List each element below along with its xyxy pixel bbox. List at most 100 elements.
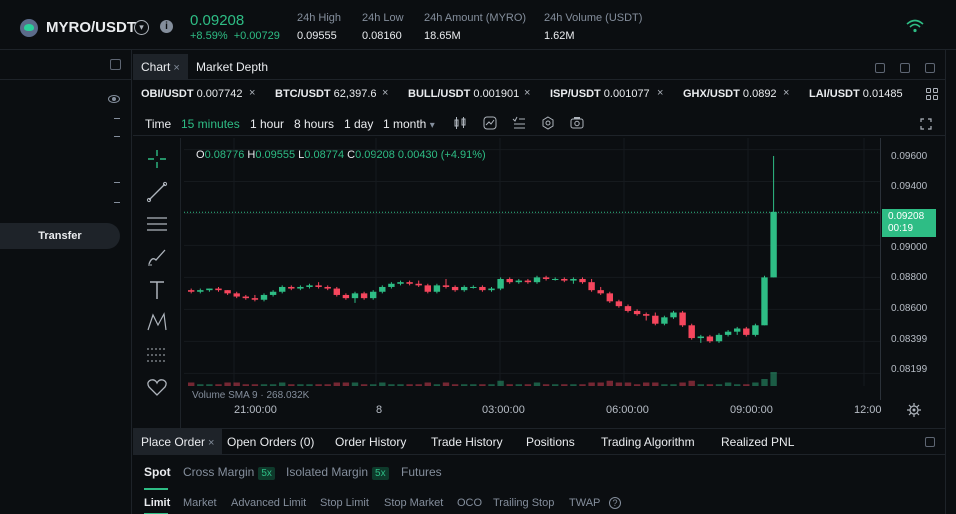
pattern-icon[interactable]: [146, 311, 168, 333]
popout-icon[interactable]: [110, 59, 121, 70]
volume-bar: [397, 384, 404, 386]
volume-bar: [288, 384, 295, 386]
grid-icon[interactable]: [926, 88, 938, 100]
info-icon[interactable]: i: [160, 20, 173, 33]
close-icon[interactable]: ×: [173, 62, 179, 74]
order-type-market[interactable]: Market: [183, 497, 217, 509]
order-type-twap[interactable]: TWAP: [569, 497, 600, 509]
watchlist-item[interactable]: LAI/USDT 0.01485: [809, 88, 903, 100]
interval-1d[interactable]: 1 day: [344, 117, 373, 131]
volume-bar: [442, 382, 450, 386]
pair-name[interactable]: MYRO/USDT: [46, 19, 136, 36]
measure-icon[interactable]: [146, 344, 168, 366]
watchlist-item[interactable]: OBI/USDT 0.007742: [141, 88, 243, 100]
volume-bar: [624, 382, 632, 386]
trendline-icon[interactable]: [146, 181, 168, 203]
candle-body: [269, 291, 277, 295]
eye-icon[interactable]: [108, 95, 120, 103]
horizontal-lines-icon[interactable]: [146, 213, 168, 235]
minimize-icon[interactable]: [875, 63, 885, 73]
help-icon[interactable]: ?: [609, 497, 621, 509]
stat-label: 24h Low: [362, 12, 404, 24]
tab-order-history[interactable]: Order History: [327, 429, 414, 455]
favorite-icon[interactable]: [146, 376, 168, 398]
tab-chart[interactable]: Chart ×: [133, 54, 188, 80]
interval-8h[interactable]: 8 hours: [294, 117, 334, 131]
close-icon[interactable]: ×: [524, 87, 530, 99]
watchlist-item[interactable]: BULL/USDT 0.001901: [408, 88, 519, 100]
order-type-limit[interactable]: Limit: [144, 497, 170, 509]
candle-body: [288, 286, 295, 289]
list-icon[interactable]: [512, 116, 526, 130]
volume-bar: [488, 384, 495, 386]
tab-place-order[interactable]: Place Order ×: [133, 429, 223, 455]
price-tick: 0.08600: [891, 303, 928, 314]
volume-bar: [260, 384, 268, 386]
volume-bar: [306, 384, 313, 386]
tab-trade-history[interactable]: Trade History: [423, 429, 511, 455]
interval-1h[interactable]: 1 hour: [250, 117, 284, 131]
indicators-icon[interactable]: [483, 116, 497, 130]
candle-body: [633, 310, 641, 315]
stat-24h-amount: 24h Amount (MYRO) 18.65M: [424, 12, 526, 42]
camera-icon[interactable]: [570, 116, 584, 130]
change-absolute: +0.00729: [233, 30, 280, 42]
crosshair-icon[interactable]: [146, 148, 168, 170]
watchlist-item[interactable]: GHX/USDT 0.0892: [683, 88, 777, 100]
order-type-stop-limit[interactable]: Stop Limit: [320, 497, 369, 509]
candle-body: [688, 325, 695, 339]
chevron-down-icon[interactable]: ▾: [134, 20, 149, 35]
tab-positions[interactable]: Positions: [518, 429, 583, 455]
order-type-advanced-limit[interactable]: Advanced Limit: [231, 497, 306, 509]
order-type-trailing-stop[interactable]: Trailing Stop: [493, 497, 554, 509]
pair-logo: [20, 19, 38, 37]
candle-body: [743, 328, 750, 335]
close-icon[interactable]: ×: [657, 87, 663, 99]
order-type-oco[interactable]: OCO: [457, 497, 482, 509]
popout-icon[interactable]: [925, 437, 935, 447]
time-tick: 03:00:00: [482, 404, 525, 416]
candlestick-chart[interactable]: [184, 138, 880, 400]
volume-bar: [570, 384, 577, 386]
candle-body: [333, 288, 340, 295]
gear-icon[interactable]: [907, 403, 921, 417]
brush-icon[interactable]: [146, 246, 168, 268]
close-icon[interactable]: ×: [208, 437, 214, 449]
transfer-button[interactable]: Transfer: [0, 223, 120, 249]
text-icon[interactable]: [146, 279, 168, 301]
tab-market-depth[interactable]: Market Depth: [188, 54, 276, 80]
settings-icon[interactable]: [541, 116, 555, 130]
close-icon[interactable]: ×: [783, 87, 789, 99]
volume-bar: [206, 384, 213, 386]
tab-trading-algorithm[interactable]: Trading Algorithm: [593, 429, 703, 455]
close-icon[interactable]: ×: [382, 87, 388, 99]
candle-body: [370, 291, 377, 299]
mode-cross-margin[interactable]: Cross Margin 5x: [183, 465, 275, 480]
volume-bar: [360, 384, 368, 386]
volume-bar: [370, 384, 377, 386]
volume-bar: [333, 382, 340, 386]
close-icon[interactable]: ×: [249, 87, 255, 99]
order-type-stop-market[interactable]: Stop Market: [384, 497, 443, 509]
candle-body: [606, 293, 613, 302]
interval-15m[interactable]: 15 minutes: [181, 117, 240, 131]
mode-isolated-margin[interactable]: Isolated Margin 5x: [286, 465, 389, 480]
candle-type-icon[interactable]: [453, 116, 467, 130]
volume-bar: [588, 382, 595, 386]
watchlist-item[interactable]: BTC/USDT 62,397.6: [275, 88, 377, 100]
mode-spot[interactable]: Spot: [144, 465, 171, 479]
candle-body: [224, 290, 231, 294]
candle-body: [752, 325, 759, 335]
mode-futures[interactable]: Futures: [401, 465, 442, 479]
tab-open-orders[interactable]: Open Orders (0): [219, 429, 322, 455]
tab-realized-pnl[interactable]: Realized PNL: [713, 429, 802, 455]
maximize-icon[interactable]: [925, 63, 935, 73]
price-tick: 0.09600: [891, 151, 928, 162]
candle-body: [542, 277, 550, 279]
candle-body: [706, 336, 714, 342]
fullscreen-icon[interactable]: [920, 118, 932, 130]
watchlist-item[interactable]: ISP/USDT 0.001077: [550, 88, 650, 100]
interval-1month[interactable]: 1 month ▾: [383, 117, 435, 131]
popout-icon[interactable]: [900, 63, 910, 73]
watchlist-bar: OBI/USDT 0.007742 × BTC/USDT 62,397.6 × …: [133, 82, 945, 106]
